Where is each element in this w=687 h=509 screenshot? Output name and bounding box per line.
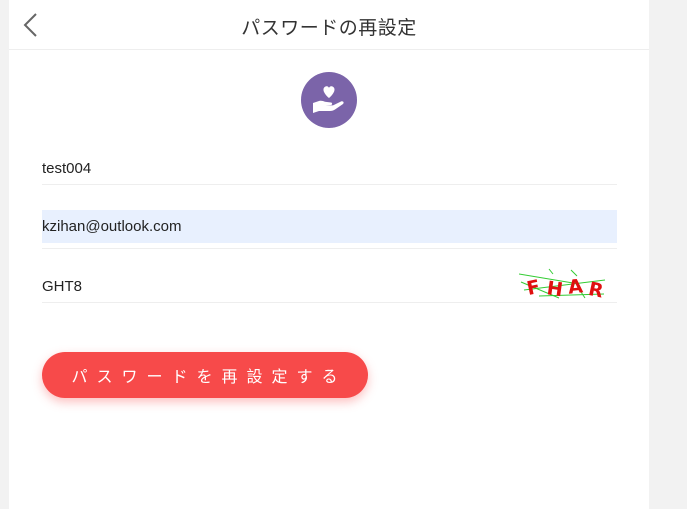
app-logo [301,72,357,128]
heart-hand-icon [313,86,344,113]
svg-text:A: A [567,275,584,298]
email-input[interactable] [42,210,617,243]
page-title: パスワードの再設定 [241,17,417,39]
username-input[interactable] [42,152,617,184]
header-bar: パスワードの再設定 [9,0,649,50]
captcha-image-graphic: F H A R [518,268,606,303]
captcha-input[interactable] [42,270,482,302]
email-field[interactable] [42,210,617,243]
reset-password-button[interactable]: パスワードを再設定する [42,352,368,398]
username-field[interactable] [42,152,617,185]
email-field-divider [42,248,617,249]
captcha-field[interactable]: F H A R [42,268,617,303]
captcha-image[interactable]: F H A R [518,266,607,303]
svg-text:F: F [525,276,542,300]
svg-text:R: R [586,278,605,302]
svg-text:H: H [545,277,564,301]
reset-password-panel: パスワードの再設定 F H A R [9,0,649,509]
